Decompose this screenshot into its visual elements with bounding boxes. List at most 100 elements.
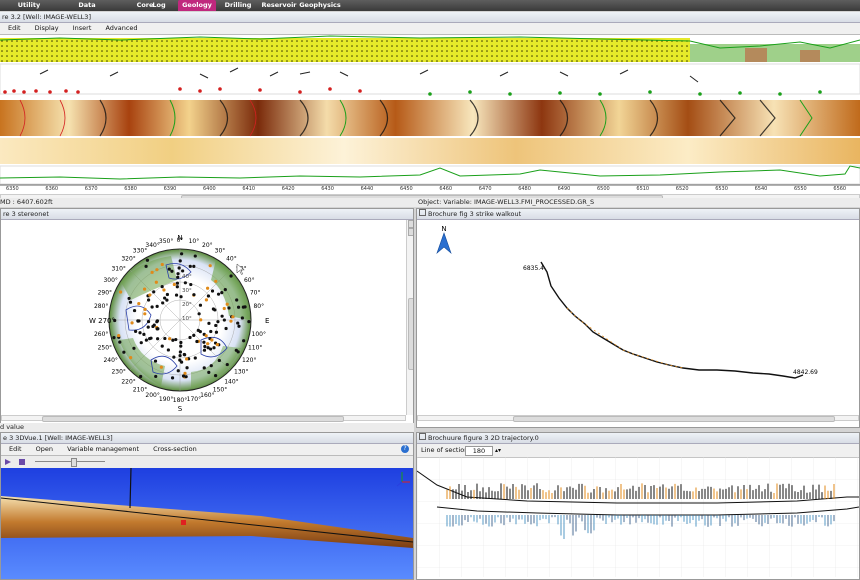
pole-point: [188, 264, 192, 268]
line-of-section-input[interactable]: 180: [465, 446, 493, 456]
azimuth-label: 20°: [202, 242, 213, 249]
pole-point: [179, 344, 183, 348]
walkout-horizontal-scrollbar[interactable]: [417, 415, 859, 422]
azimuth-label: 340°: [145, 242, 159, 249]
stop-icon[interactable]: [19, 459, 25, 465]
pole-point: [237, 324, 241, 328]
north-arrow-icon: [436, 232, 452, 254]
menu-3d-cross-section[interactable]: Cross-section: [153, 445, 197, 453]
pole-point: [178, 350, 182, 354]
menu-display[interactable]: Display: [35, 24, 59, 32]
menu-advanced[interactable]: Advanced: [105, 24, 137, 32]
pole-point: [170, 269, 174, 273]
depth-tick-label: 6490: [557, 186, 571, 192]
depth-tick-label: 6440: [360, 186, 374, 192]
tab-utility[interactable]: Utility: [0, 0, 58, 11]
pole-point: [137, 301, 141, 306]
tab-data[interactable]: Data: [58, 0, 116, 11]
pole-point: [154, 374, 158, 379]
pole-point: [209, 364, 213, 368]
menu-3d-variable-management[interactable]: Variable management: [67, 445, 139, 453]
depth-tick-label: 6530: [715, 186, 728, 192]
pole-point: [117, 333, 121, 338]
azimuth-label: 230°: [111, 368, 125, 375]
pole-point: [202, 340, 206, 344]
pole-point: [240, 316, 244, 320]
window-icon: [419, 209, 426, 216]
pole-point: [211, 307, 216, 311]
pole-point: [206, 342, 210, 346]
pole-point: [236, 350, 240, 354]
pole-point: [162, 288, 166, 292]
pole-point: [118, 290, 123, 294]
pole-point: [155, 304, 159, 309]
pole-point: [134, 329, 138, 333]
pole-point: [142, 332, 146, 337]
scroll-up-arrow-2[interactable]: [408, 228, 413, 236]
pole-point: [236, 305, 241, 309]
stereonet-horizontal-scrollbar[interactable]: [1, 415, 406, 422]
stereonet-vertical-scrollbar[interactable]: [406, 220, 413, 415]
pole-point: [222, 306, 226, 311]
pole-point: [192, 264, 196, 268]
azimuth-label: 160°: [200, 392, 214, 399]
pole-point: [176, 369, 180, 373]
azimuth-label: 200°: [145, 392, 159, 399]
pole-point: [208, 264, 212, 268]
tab-geophysics[interactable]: Geophysics: [298, 0, 342, 11]
pole-point: [172, 355, 176, 359]
south-label: S: [178, 405, 183, 413]
line-of-section-spinner[interactable]: ▴▾: [495, 444, 501, 457]
pole-point: [241, 305, 245, 309]
stereonet-scroll-thumb[interactable]: [408, 298, 413, 370]
pole-point: [178, 259, 182, 263]
menu-insert[interactable]: Insert: [73, 24, 92, 32]
pole-point: [155, 320, 159, 324]
pole-point: [165, 292, 169, 297]
pole-point: [216, 320, 220, 324]
animation-slider[interactable]: [35, 461, 105, 462]
tab-geology[interactable]: Geology: [178, 0, 216, 11]
depth-tick-label: 6360: [45, 186, 59, 192]
tab-drilling[interactable]: Drilling: [216, 0, 260, 11]
menu-edit[interactable]: Edit: [8, 24, 21, 32]
walkout-start-label: 6835.4: [523, 265, 544, 272]
azimuth-label: 180°: [173, 397, 187, 404]
pole-point: [185, 366, 189, 370]
tab-reservoir[interactable]: Reservoir: [260, 0, 298, 11]
pole-point: [225, 302, 229, 306]
pole-point: [177, 266, 181, 270]
pole-point: [247, 320, 251, 324]
pole-point: [193, 356, 197, 360]
animation-slider-handle[interactable]: [71, 458, 77, 467]
pole-point: [144, 264, 148, 268]
trajectory-toolbar: Line of section : 180 ▴▾: [417, 444, 859, 458]
play-icon[interactable]: [5, 459, 11, 465]
scroll-up-arrow[interactable]: [408, 220, 413, 228]
pole-point: [229, 274, 233, 278]
pole-point: [188, 335, 192, 340]
pole-point: [175, 281, 180, 285]
pole-point: [175, 285, 179, 289]
log-tracks: [0, 35, 860, 186]
depth-tick-label: 6460: [439, 186, 453, 192]
pole-point: [192, 293, 196, 297]
top-navigation-bar: Utility Data Core Log Geology Drilling R…: [0, 0, 860, 11]
help-icon[interactable]: ?: [401, 445, 409, 453]
stereonet-hscroll-thumb[interactable]: [42, 416, 344, 422]
azimuth-label: 310°: [111, 266, 125, 273]
pole-point: [236, 321, 240, 325]
pole-point: [159, 365, 163, 369]
pole-point: [199, 318, 203, 322]
walkout-scroll-thumb[interactable]: [513, 416, 835, 422]
pole-point: [180, 252, 184, 256]
azimuth-label: 250°: [98, 344, 112, 351]
azimuth-label: 320°: [121, 256, 135, 263]
pole-point: [148, 293, 152, 297]
pole-point: [209, 329, 213, 334]
menu-3d-edit[interactable]: Edit: [9, 445, 22, 453]
pole-point: [142, 287, 147, 291]
lithology-track: [0, 38, 690, 62]
menu-3d-open[interactable]: Open: [36, 445, 53, 453]
pole-point: [143, 312, 147, 316]
